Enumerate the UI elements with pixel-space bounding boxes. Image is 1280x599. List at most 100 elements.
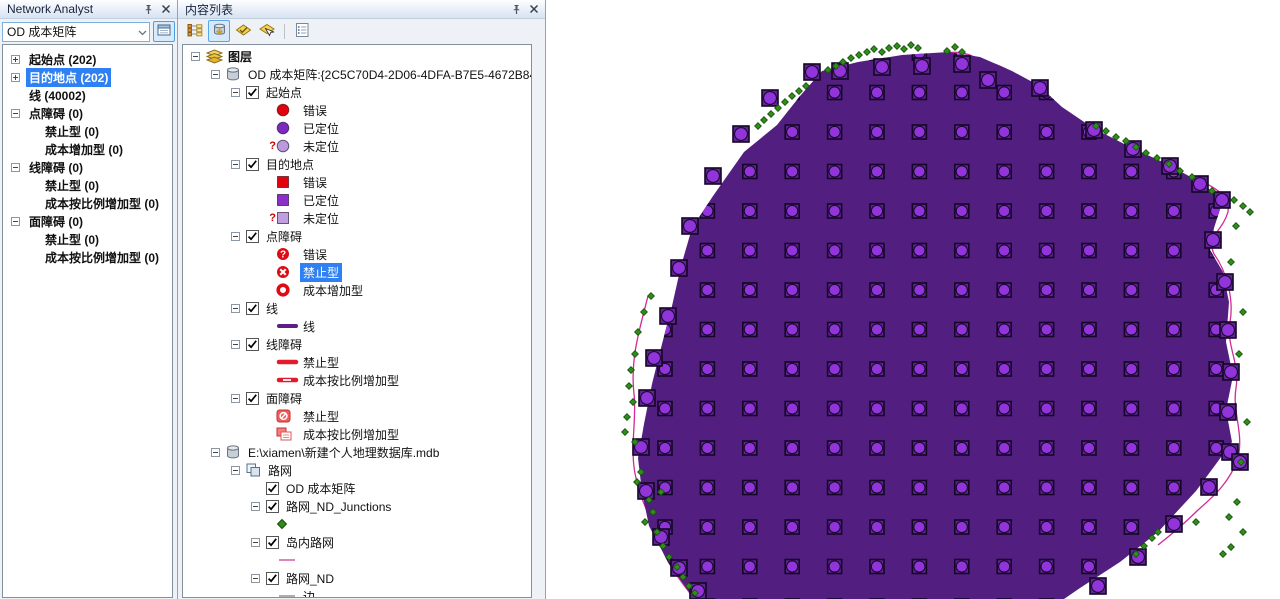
- toc-tree-item[interactable]: 已定位: [183, 191, 531, 209]
- map-view[interactable]: [546, 0, 1280, 599]
- toc-tree-item[interactable]: 面障碍: [183, 389, 531, 407]
- expand-toggle[interactable]: [231, 339, 246, 349]
- layer-visibility-checkbox[interactable]: [246, 337, 263, 351]
- line-purple-symbol[interactable]: [276, 321, 300, 331]
- badge-ring-symbol[interactable]: [276, 283, 300, 297]
- na-window-button[interactable]: [153, 21, 175, 42]
- expand-toggle[interactable]: [11, 162, 26, 172]
- expand-toggle[interactable]: [191, 51, 206, 61]
- layer-visibility-checkbox[interactable]: [246, 157, 263, 171]
- line-gray-symbol[interactable]: [276, 592, 300, 597]
- toc-tree-item[interactable]: 禁止型: [183, 353, 531, 371]
- toc-tree-item[interactable]: 起始点: [183, 83, 531, 101]
- toc-tree-item[interactable]: 线: [183, 317, 531, 335]
- na-tree-item[interactable]: 面障碍 (0): [3, 212, 172, 230]
- toc-tree-item[interactable]: 路网: [183, 461, 531, 479]
- toc-tree-item[interactable]: 禁止型: [183, 407, 531, 425]
- toc-tree-item[interactable]: 点障碍: [183, 227, 531, 245]
- layer-visibility-checkbox[interactable]: [246, 229, 263, 243]
- layer-visibility-checkbox[interactable]: [266, 535, 283, 549]
- layer-visibility-checkbox[interactable]: [266, 571, 283, 585]
- na-tree-item[interactable]: 线障碍 (0): [3, 158, 172, 176]
- square-light-symbol[interactable]: [276, 211, 300, 225]
- expand-toggle[interactable]: [231, 231, 246, 241]
- badge-x-symbol[interactable]: [276, 265, 300, 279]
- layer-visibility-checkbox[interactable]: [266, 481, 283, 495]
- analysis-layer-combobox[interactable]: OD 成本矩阵: [2, 21, 150, 42]
- pin-icon[interactable]: [141, 2, 156, 17]
- toc-tree-item[interactable]: 错误: [183, 173, 531, 191]
- expand-toggle[interactable]: [251, 573, 266, 583]
- toc-tree-item[interactable]: [183, 551, 531, 569]
- toc-tree-item[interactable]: 成本增加型: [183, 281, 531, 299]
- options-button[interactable]: [291, 20, 313, 42]
- toc-tree-item[interactable]: ? 错误: [183, 245, 531, 263]
- toc-tree-item[interactable]: 岛内路网: [183, 533, 531, 551]
- toc-tree-item[interactable]: ? 未定位: [183, 137, 531, 155]
- toc-tree-item[interactable]: 路网_ND: [183, 569, 531, 587]
- layer-visibility-checkbox[interactable]: [246, 301, 263, 315]
- na-tree-item[interactable]: 起始点 (202): [3, 50, 172, 68]
- na-tree-item[interactable]: 禁止型 (0): [3, 122, 172, 140]
- toc-tree-item[interactable]: 成本按比例增加型: [183, 371, 531, 389]
- toc-tree-item[interactable]: 路网_ND_Junctions: [183, 497, 531, 515]
- toc-tree-item[interactable]: 已定位: [183, 119, 531, 137]
- poly-red-scaled-symbol[interactable]: [276, 427, 300, 441]
- expand-toggle[interactable]: [231, 393, 246, 403]
- na-tree-item[interactable]: 线 (40002): [3, 86, 172, 104]
- na-tree-item[interactable]: 点障碍 (0): [3, 104, 172, 122]
- poly-red-no-symbol[interactable]: [276, 409, 300, 423]
- expand-toggle[interactable]: [211, 69, 226, 79]
- circle-red-symbol[interactable]: [276, 103, 300, 117]
- line-pink-symbol[interactable]: [276, 556, 300, 564]
- expand-toggle[interactable]: [211, 447, 226, 457]
- expand-toggle[interactable]: [11, 108, 26, 118]
- expand-toggle[interactable]: [231, 303, 246, 313]
- toc-tree-item[interactable]: 成本按比例增加型: [183, 425, 531, 443]
- expand-toggle[interactable]: [251, 501, 266, 511]
- expand-toggle[interactable]: [231, 87, 246, 97]
- toc-tree-item[interactable]: 线: [183, 299, 531, 317]
- circle-light-symbol[interactable]: [276, 139, 300, 153]
- list-by-source-button[interactable]: [208, 20, 230, 42]
- line-red-dash-symbol[interactable]: [276, 375, 300, 385]
- list-by-visibility-button[interactable]: [232, 20, 254, 42]
- close-icon[interactable]: [158, 2, 173, 17]
- expand-toggle[interactable]: [11, 54, 26, 64]
- badge-question-symbol[interactable]: ?: [276, 247, 300, 261]
- layer-visibility-checkbox[interactable]: [266, 499, 283, 513]
- circle-purple-symbol[interactable]: [276, 121, 300, 135]
- na-tree-item[interactable]: 目的地点 (202): [3, 67, 172, 87]
- na-tree-item[interactable]: 成本按比例增加型 (0): [3, 194, 172, 212]
- toc-tree-item[interactable]: 线障碍: [183, 335, 531, 353]
- na-tree-item[interactable]: 成本按比例增加型 (0): [3, 248, 172, 266]
- line-red-symbol[interactable]: [276, 357, 300, 367]
- toc-tree-item[interactable]: 图层: [183, 47, 531, 65]
- pin-icon[interactable]: [509, 2, 524, 17]
- chevron-down-icon[interactable]: [138, 25, 147, 39]
- expand-toggle[interactable]: [11, 72, 26, 82]
- square-red-symbol[interactable]: [276, 175, 300, 189]
- toc-tree-item[interactable]: 目的地点: [183, 155, 531, 173]
- expand-toggle[interactable]: [231, 465, 246, 475]
- diamond-green-symbol[interactable]: [276, 518, 300, 530]
- toc-tree-item[interactable]: ? 未定位: [183, 209, 531, 227]
- toc-tree-item[interactable]: OD 成本矩阵: [183, 479, 531, 497]
- toc-tree-item[interactable]: [183, 515, 531, 533]
- toc-tree-item[interactable]: 错误: [183, 101, 531, 119]
- close-icon[interactable]: [526, 2, 541, 17]
- na-tree-item[interactable]: 禁止型 (0): [3, 230, 172, 248]
- list-by-selection-button[interactable]: [256, 20, 278, 42]
- layer-visibility-checkbox[interactable]: [246, 85, 263, 99]
- toc-tree-item[interactable]: 禁止型: [183, 262, 531, 282]
- na-tree-item[interactable]: 禁止型 (0): [3, 176, 172, 194]
- na-tree-item[interactable]: 成本增加型 (0): [3, 140, 172, 158]
- layer-visibility-checkbox[interactable]: [246, 391, 263, 405]
- expand-toggle[interactable]: [231, 159, 246, 169]
- toc-tree-item[interactable]: 边: [183, 587, 531, 597]
- map-canvas[interactable]: [546, 0, 1280, 599]
- expand-toggle[interactable]: [11, 216, 26, 226]
- list-by-drawing-order-button[interactable]: [184, 20, 206, 42]
- toc-tree-item[interactable]: OD 成本矩阵:{2C5C70D4-2D06-4DFA-B7E5-4672B84…: [183, 65, 531, 83]
- square-purple-symbol[interactable]: [276, 193, 300, 207]
